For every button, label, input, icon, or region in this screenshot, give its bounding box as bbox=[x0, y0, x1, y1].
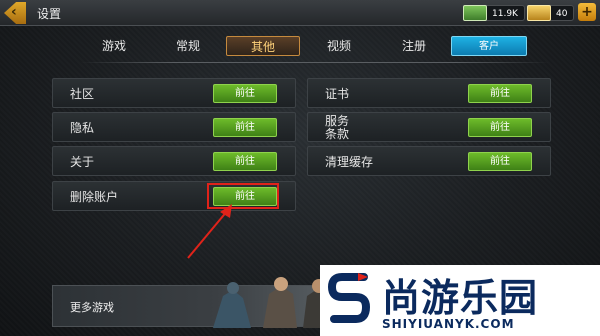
gold-bars-icon bbox=[527, 5, 551, 21]
watermark-chinese-text: 尚游乐园 bbox=[382, 276, 539, 320]
tab-other[interactable]: 其他 bbox=[226, 36, 300, 56]
settings-row-about: 关于 前往 bbox=[52, 146, 296, 176]
go-button-privacy[interactable]: 前往 bbox=[213, 118, 277, 137]
tab-general[interactable]: 常规 bbox=[170, 36, 206, 56]
cash-value: 11.9K bbox=[481, 5, 525, 21]
annotation-arrow-icon bbox=[187, 204, 232, 259]
tab-game[interactable]: 游戏 bbox=[96, 36, 132, 56]
go-button-clear-cache[interactable]: 前往 bbox=[468, 152, 532, 171]
row-label: 清理缓存 bbox=[325, 155, 374, 169]
row-label: 关于 bbox=[70, 155, 95, 169]
settings-row-delete-account: 删除账户 前往 bbox=[52, 181, 296, 211]
top-bar: ‹ 设置 11.9K 40 + bbox=[0, 0, 600, 26]
settings-row-certificate: 证书 前往 bbox=[307, 78, 551, 108]
tab-register[interactable]: 注册 bbox=[396, 36, 432, 56]
cash-counter: 11.9K bbox=[463, 3, 525, 23]
settings-row-community: 社区 前往 bbox=[52, 78, 296, 108]
row-label-line2: 条款 bbox=[325, 127, 350, 141]
tabs-divider bbox=[80, 62, 550, 63]
cash-icon bbox=[463, 5, 487, 21]
settings-row-privacy: 隐私 前往 bbox=[52, 112, 296, 142]
watermark-logo-icon bbox=[328, 273, 370, 323]
watermark: 尚游乐园 SHIYIUANYK.COM bbox=[320, 265, 600, 336]
back-button[interactable]: ‹ bbox=[4, 2, 26, 24]
more-games-label: 更多游戏 bbox=[70, 301, 114, 314]
go-button-about[interactable]: 前往 bbox=[213, 152, 277, 171]
row-label: 隐私 bbox=[70, 121, 95, 135]
row-label: 证书 bbox=[325, 87, 350, 101]
row-label: 社区 bbox=[70, 87, 95, 101]
tab-customer[interactable]: 客户 bbox=[451, 36, 527, 56]
settings-row-clear-cache: 清理缓存 前往 bbox=[307, 146, 551, 176]
watermark-english-text: SHIYIUANYK.COM bbox=[382, 317, 515, 331]
gold-counter: 40 bbox=[527, 3, 575, 23]
go-button-terms[interactable]: 前往 bbox=[468, 118, 532, 137]
settings-row-terms: 服务 条款 前往 bbox=[307, 112, 551, 142]
row-label-line1: 服务 bbox=[325, 114, 350, 128]
page-title: 设置 bbox=[37, 7, 62, 21]
chevron-left-icon: ‹ bbox=[11, 4, 17, 20]
tab-video[interactable]: 视频 bbox=[321, 36, 357, 56]
go-button-community[interactable]: 前往 bbox=[213, 84, 277, 103]
add-currency-button[interactable]: + bbox=[578, 3, 596, 21]
go-button-certificate[interactable]: 前往 bbox=[468, 84, 532, 103]
row-label: 删除账户 bbox=[70, 190, 119, 204]
